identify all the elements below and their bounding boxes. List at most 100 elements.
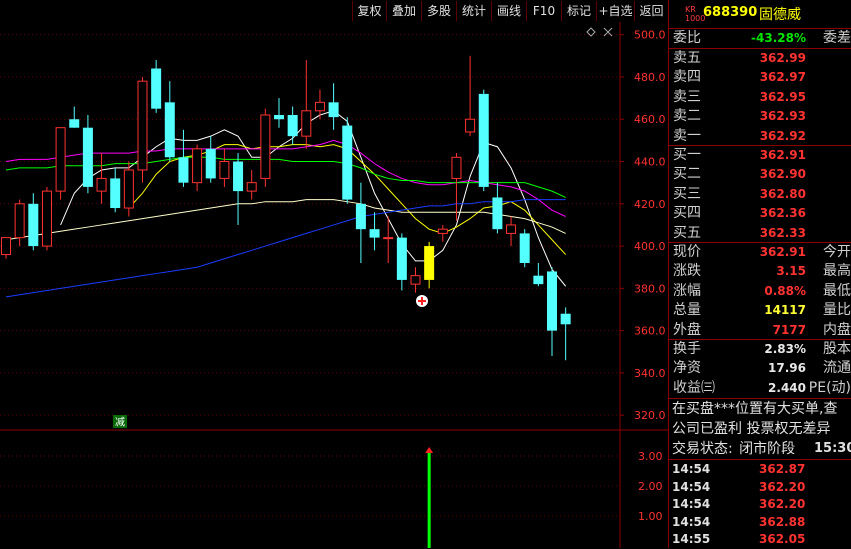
candle: [219, 148, 230, 187]
quote-right-label: 量比: [823, 302, 851, 319]
draw-line-button[interactable]: 画线: [491, 1, 526, 21]
ma-line-ma5: [60, 110, 567, 287]
candle: [478, 89, 489, 192]
candle: [424, 241, 435, 289]
quote-panel: KR 1000 688390 固德威 委比 -43.28% 委差 卖五 362.9…: [668, 0, 851, 548]
price-tick-label: 480.0: [634, 71, 666, 84]
fund-right-label: PE(动): [808, 379, 851, 396]
price-tick-label: 400.0: [634, 240, 666, 253]
ask-value: 362.93: [759, 109, 806, 124]
candle-body: [328, 102, 339, 118]
quote-label: 总量: [673, 302, 701, 319]
mark-button[interactable]: 标记: [561, 1, 596, 21]
candle-body: [219, 161, 230, 179]
weibi-row: 委比 -43.28% 委差: [669, 29, 851, 48]
candle: [369, 212, 380, 251]
candle-body: [424, 246, 435, 280]
weibi-value: -43.28%: [751, 31, 806, 45]
price-tick-label: 320.0: [634, 409, 666, 422]
candle: [82, 115, 93, 194]
quote-row: 涨跌 3.15 最高: [669, 262, 851, 281]
bid-row: 买一 362.91: [669, 146, 851, 165]
price-tick-label: 340.0: [634, 367, 666, 380]
candle-body: [41, 190, 52, 247]
candle-body: [205, 148, 216, 179]
quote-value: 3.15: [776, 264, 806, 279]
candle: [328, 83, 339, 130]
ask-row: 卖一 362.92: [669, 127, 851, 146]
candle: [396, 233, 407, 291]
f10-button[interactable]: F10: [526, 1, 561, 21]
fund-label: 净资: [673, 360, 701, 377]
price-tick-label: 460.0: [634, 113, 666, 126]
tick-row: 14:54 362.87: [669, 460, 851, 479]
news-line-1[interactable]: 在买盘***位置有大买单,查: [672, 399, 851, 419]
bid-label: 买五: [673, 224, 701, 241]
price-tick-label: 380.0: [634, 282, 666, 295]
tick-time: 14:54: [672, 462, 711, 476]
bid-row: 买三 362.80: [669, 185, 851, 204]
bid-value: 362.90: [759, 167, 806, 182]
candle: [137, 76, 148, 183]
ask-row: 卖四 362.97: [669, 68, 851, 87]
stock-chart-window: 复权 叠加 多股 统计 画线 F10 标记 +自选 返回 500.0 480.0 4…: [0, 0, 851, 548]
quote-value: 362.91: [759, 245, 806, 259]
quote-label: 涨跌: [673, 263, 701, 280]
tick-row: 14:55 362.05: [669, 530, 851, 549]
candle: [96, 153, 107, 204]
candle: [260, 108, 271, 187]
quote-right-label: 最高: [823, 263, 851, 280]
ask-value: 362.97: [759, 70, 806, 85]
price-tick-label: 420.0: [634, 198, 666, 211]
quote-row: 外盘 7177 内盘: [669, 321, 851, 340]
tick-price: 362.88: [759, 514, 806, 529]
add-marker-icon[interactable]: [416, 295, 428, 307]
stock-header: KR 1000 688390 固德威: [669, 0, 851, 29]
tick-row: 14:54 362.88: [669, 513, 851, 532]
reduce-marker-text: 减: [115, 417, 125, 429]
candle-body: [547, 271, 557, 331]
kline-chart[interactable]: 500.0 480.0 460.0 440.0 420.0 400.0 380.0 360.0…: [0, 22, 668, 548]
overlay-button[interactable]: 叠加: [386, 1, 421, 21]
candle: [506, 216, 517, 247]
ask-label: 卖四: [673, 69, 701, 86]
statistics-button[interactable]: 统计: [456, 1, 491, 21]
candle: [301, 60, 312, 149]
candle: [492, 182, 503, 234]
candle: [123, 161, 134, 217]
back-button[interactable]: 返回: [634, 1, 668, 21]
fund-row: 收益㈢ 2.440 PE(动): [669, 379, 851, 398]
candle-body: [260, 114, 271, 179]
candle: [246, 169, 257, 200]
candle: [465, 55, 476, 137]
candle-body: [451, 156, 462, 179]
candle-body: [396, 237, 407, 280]
candle: [547, 267, 557, 357]
candle: [533, 262, 544, 287]
candle: [28, 193, 39, 251]
fund-value: 2.83%: [764, 342, 806, 356]
status-label: 交易状态:: [672, 441, 733, 457]
volume-arrow-icon: [425, 447, 434, 453]
candle: [519, 229, 530, 268]
add-watchlist-button[interactable]: +自选: [596, 1, 634, 21]
stock-code: 688390: [703, 5, 758, 20]
multi-stock-button[interactable]: 多股: [421, 1, 456, 21]
tick-price: 362.87: [759, 462, 806, 476]
candle-body: [287, 115, 298, 137]
tick-row: 14:54 362.20: [669, 495, 851, 514]
candle-body: [178, 157, 189, 183]
candle: [14, 199, 25, 247]
status-value: 闭市阶段: [739, 441, 796, 457]
bid-row: 买二 362.90: [669, 165, 851, 184]
candle-body: [192, 148, 203, 184]
fund-right-label: 股本: [823, 341, 851, 357]
ask-value: 362.99: [759, 51, 806, 65]
candle: [314, 89, 325, 120]
candle-body: [82, 127, 93, 187]
restore-rights-button[interactable]: 复权: [352, 1, 386, 21]
news-line-2[interactable]: 公司已盈利 投票权无差异: [672, 419, 851, 439]
candle-body: [28, 203, 39, 247]
fund-value: 2.440: [768, 380, 806, 395]
tick-row: 14:54 362.20: [669, 478, 851, 497]
